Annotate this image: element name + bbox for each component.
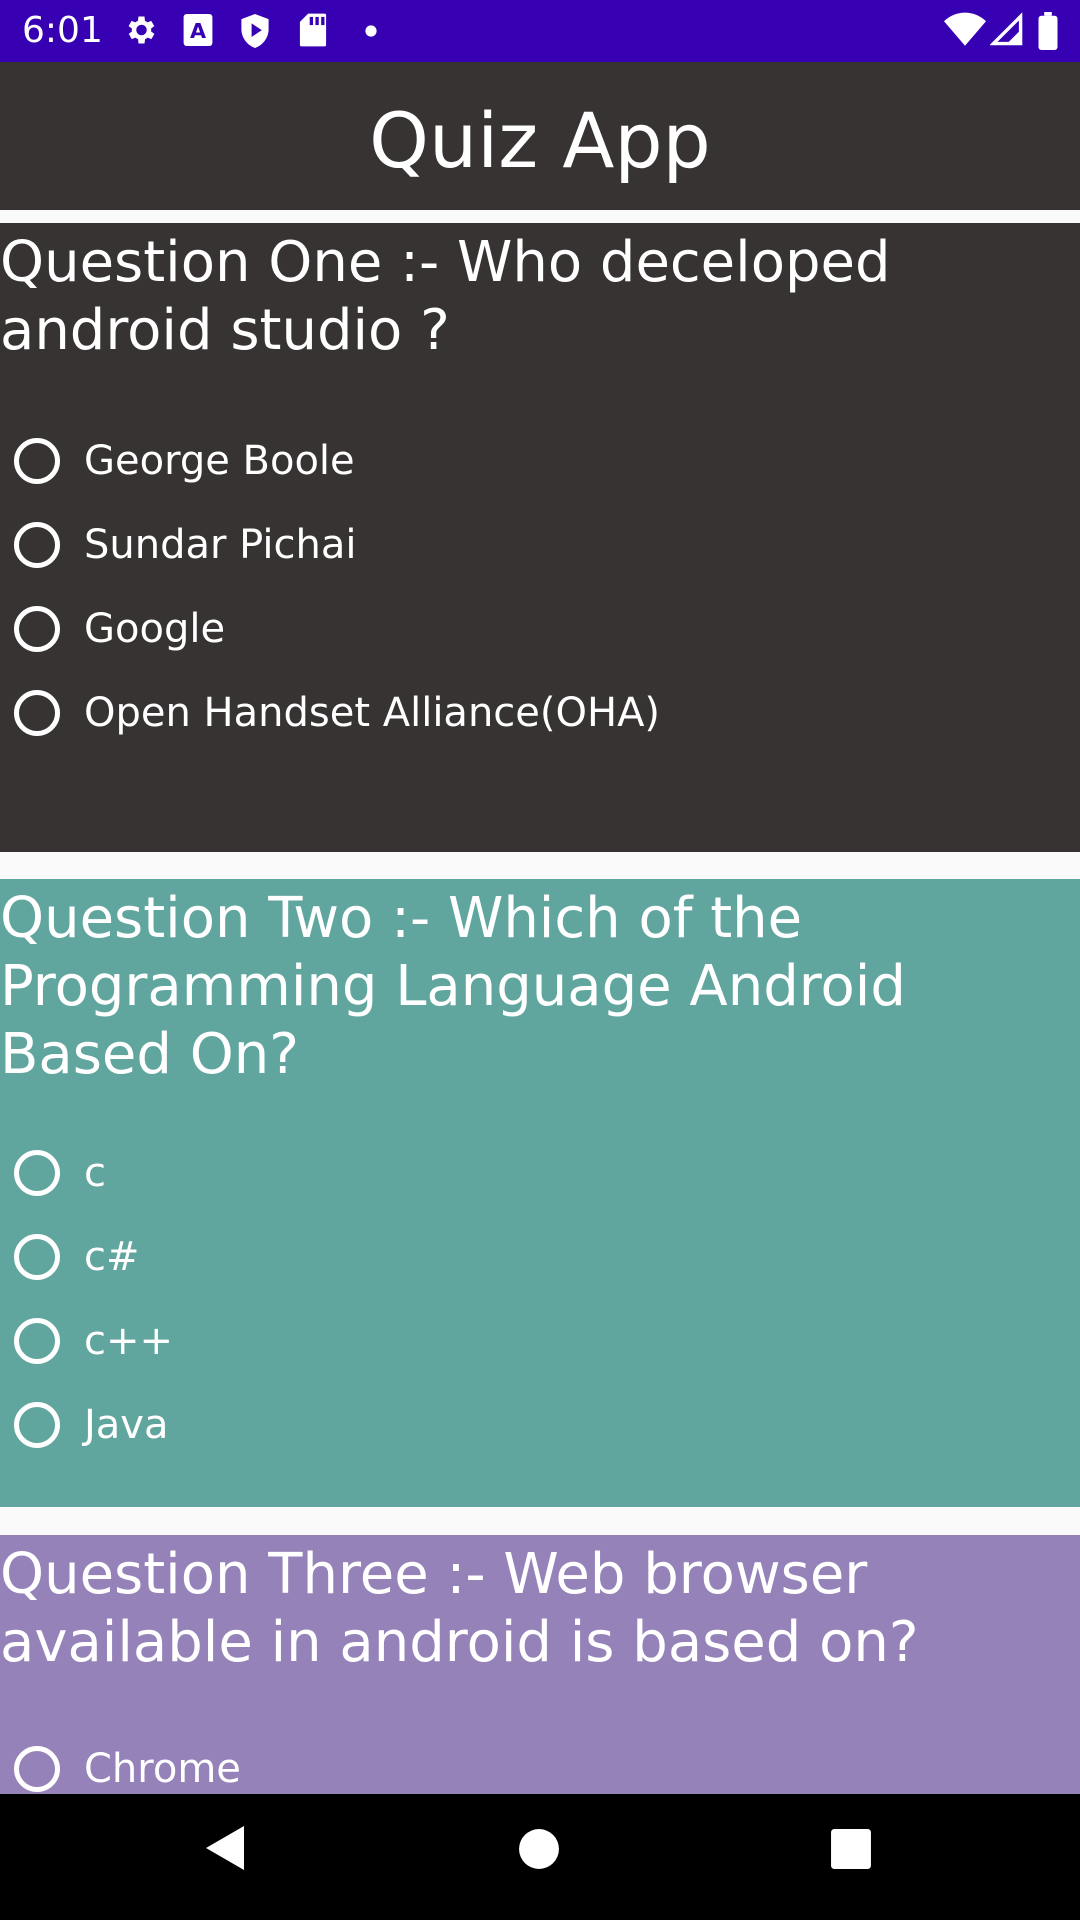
recents-icon[interactable] (830, 1828, 872, 1870)
radio-button-icon[interactable] (14, 606, 60, 652)
question-card-two: Question Two :- Which of the Programming… (0, 879, 1080, 1507)
option-radio[interactable]: c# (14, 1227, 140, 1287)
question-text: Question One :- Who deceloped android st… (0, 230, 891, 363)
option-label: Chrome (84, 1746, 241, 1792)
option-radio[interactable]: Open Handset Alliance(OHA) (14, 683, 660, 743)
option-radio[interactable]: Google (14, 599, 225, 659)
option-label: Java (84, 1402, 169, 1448)
status-bar: 6:01 A (0, 0, 1080, 62)
option-label: Google (84, 606, 226, 652)
back-icon[interactable] (204, 1824, 246, 1872)
app-title: Quiz App (369, 96, 711, 185)
sd-card-icon (299, 13, 327, 47)
option-radio[interactable]: c (14, 1143, 106, 1203)
dot-icon (365, 25, 377, 37)
question-text: Question Two :- Which of the Programming… (0, 886, 906, 1087)
option-label: c++ (84, 1318, 174, 1364)
status-time: 6:01 (22, 10, 103, 51)
radio-button-icon[interactable] (14, 1150, 60, 1196)
question-card-one: Question One :- Who deceloped android st… (0, 223, 1080, 852)
text-a-icon: A (183, 14, 213, 46)
option-radio[interactable]: George Boole (14, 431, 355, 491)
radio-button-icon[interactable] (14, 1402, 60, 1448)
svg-text:A: A (190, 19, 206, 43)
question-text: Question Three :- Web browser available … (0, 1542, 919, 1675)
radio-button-icon[interactable] (14, 690, 60, 736)
question-card-three: Question Three :- Web browser available … (0, 1535, 1080, 1794)
radio-button-icon[interactable] (14, 1318, 60, 1364)
option-label: George Boole (84, 438, 355, 484)
option-label: Sundar Pichai (84, 522, 357, 568)
option-radio[interactable]: Java (14, 1395, 169, 1455)
battery-icon (1038, 12, 1058, 50)
app-bar: Quiz App (0, 62, 1080, 210)
radio-button-icon[interactable] (14, 1234, 60, 1280)
shield-play-icon (241, 14, 269, 48)
option-radio[interactable]: Sundar Pichai (14, 515, 356, 575)
settings-icon (128, 16, 155, 44)
navigation-bar (0, 1794, 1080, 1920)
option-label: c (84, 1150, 106, 1196)
signal-icon (990, 12, 1023, 46)
wifi-icon (944, 12, 986, 46)
option-label: c# (84, 1234, 140, 1280)
home-icon[interactable] (518, 1828, 560, 1870)
radio-button-icon[interactable] (14, 522, 60, 568)
radio-button-icon[interactable] (14, 1746, 60, 1792)
option-radio[interactable]: c++ (14, 1311, 173, 1371)
option-label: Open Handset Alliance(OHA) (84, 690, 661, 736)
option-radio[interactable]: Chrome (14, 1739, 241, 1794)
radio-button-icon[interactable] (14, 438, 60, 484)
